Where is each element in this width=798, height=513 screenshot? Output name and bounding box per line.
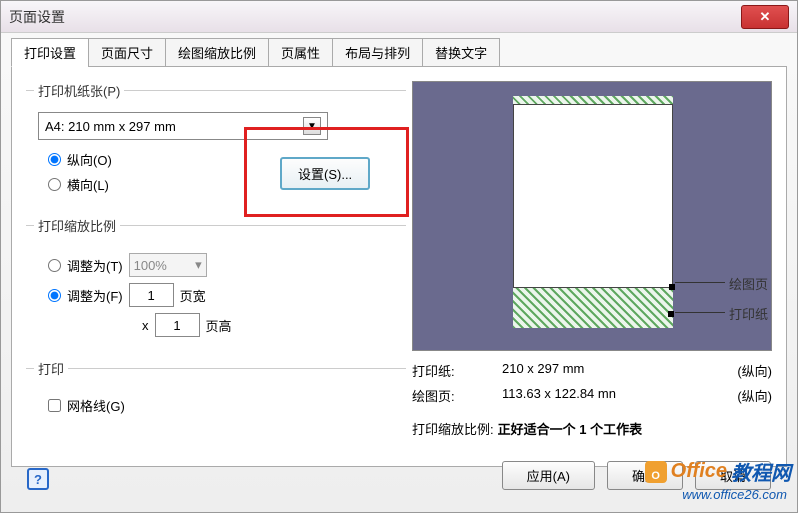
portrait-label: 纵向(O): [67, 150, 112, 169]
info-paper-row: 打印纸: 210 x 297 mm (纵向): [412, 361, 772, 380]
print-scale-legend: 打印缩放比例: [34, 216, 120, 235]
info-block: 打印纸: 210 x 297 mm (纵向) 绘图页: 113.63 x 122…: [412, 361, 772, 438]
left-column: 打印机纸张(P) A4: 210 mm x 297 mm ▼ 纵向(O) 横向(…: [26, 81, 406, 437]
pages-wide-label: 页宽: [180, 286, 206, 305]
info-scale-row: 打印缩放比例: 正好适合一个 1 个工作表: [412, 419, 772, 438]
tab-page-size[interactable]: 页面尺寸: [88, 38, 166, 67]
leader-label-drawing: 绘图页: [729, 274, 768, 293]
tab-page-properties[interactable]: 页属性: [268, 38, 333, 67]
fit-to-row: 调整为(F) 页宽: [48, 283, 398, 307]
handle-paper-br: [668, 311, 674, 317]
print-scale-group: 打印缩放比例 调整为(T) 100% ▾ 调整为(F) 页宽: [26, 216, 406, 347]
info-drawing-orient: (纵向): [712, 386, 772, 405]
print-legend: 打印: [34, 359, 68, 378]
percent-select[interactable]: 100% ▾: [129, 253, 207, 277]
leader-paper: [675, 312, 725, 313]
print-group: 打印 网格线(G): [26, 359, 406, 425]
gridlines-row: 网格线(G): [48, 396, 398, 415]
tab-strip: 打印设置 页面尺寸 绘图缩放比例 页属性 布局与排列 替换文字: [11, 41, 787, 67]
by-label: x: [142, 318, 149, 333]
info-paper-label: 打印纸:: [412, 361, 502, 380]
gridlines-label: 网格线(G): [67, 396, 125, 415]
fit-to-tall-row: x 页高: [142, 313, 398, 337]
info-drawing-value: 113.63 x 122.84 mn: [502, 386, 712, 405]
landscape-label: 横向(L): [67, 175, 109, 194]
watermark: O Office教程网: [645, 457, 791, 486]
adjust-to-radio[interactable]: [48, 259, 61, 272]
pages-tall-label: 页高: [206, 316, 232, 335]
apply-button[interactable]: 应用(A): [502, 461, 595, 490]
handle-bottom-right: [669, 284, 675, 290]
info-drawing-row: 绘图页: 113.63 x 122.84 mn (纵向): [412, 386, 772, 405]
watermark-url: www.office26.com: [682, 487, 787, 502]
percent-value: 100%: [134, 258, 167, 273]
help-icon: ?: [34, 472, 42, 487]
tab-print-setup[interactable]: 打印设置: [11, 38, 89, 67]
paper-size-select[interactable]: A4: 210 mm x 297 mm ▼: [38, 112, 328, 140]
portrait-radio[interactable]: [48, 153, 61, 166]
tab-drawing-scale[interactable]: 绘图缩放比例: [165, 38, 269, 67]
tab-alt-text[interactable]: 替换文字: [422, 38, 500, 67]
landscape-radio[interactable]: [48, 178, 61, 191]
page-setup-dialog: 页面设置 ✕ 打印设置 页面尺寸 绘图缩放比例 页属性 布局与排列 替换文字 打…: [0, 0, 798, 513]
right-column: 绘图页 打印纸 打印纸: 210 x 297 mm (纵向) 绘图页: 113.…: [412, 81, 772, 444]
adjust-to-row: 调整为(T) 100% ▾: [48, 253, 398, 277]
close-icon: ✕: [760, 9, 771, 25]
printer-setup-button[interactable]: 设置(S)...: [280, 157, 370, 190]
leader-drawing: [675, 282, 725, 283]
titlebar[interactable]: 页面设置 ✕: [1, 1, 797, 33]
close-button[interactable]: ✕: [741, 5, 789, 29]
fit-to-label: 调整为(F): [67, 286, 123, 305]
info-scale-value: 正好适合一个 1 个工作表: [498, 419, 642, 438]
watermark-office: Office: [671, 460, 727, 483]
pages-tall-input[interactable]: [155, 313, 200, 337]
gridlines-checkbox[interactable]: [48, 399, 61, 412]
help-button[interactable]: ?: [27, 468, 49, 490]
watermark-tutorial: 教程网: [731, 457, 791, 486]
page-preview: 绘图页 打印纸: [412, 81, 772, 351]
dropdown-icon[interactable]: ▼: [303, 117, 321, 135]
pages-wide-input[interactable]: [129, 283, 174, 307]
dialog-title: 页面设置: [9, 7, 741, 27]
drawing-preview-shape: [513, 104, 673, 288]
adjust-to-label: 调整为(T): [67, 256, 123, 275]
dialog-content: 打印设置 页面尺寸 绘图缩放比例 页属性 布局与排列 替换文字 打印机纸张(P)…: [11, 41, 787, 502]
tab-panel-print-setup: 打印机纸张(P) A4: 210 mm x 297 mm ▼ 纵向(O) 横向(…: [11, 67, 787, 467]
printer-paper-legend: 打印机纸张(P): [34, 81, 124, 100]
info-drawing-label: 绘图页:: [412, 386, 502, 405]
fit-to-radio[interactable]: [48, 289, 61, 302]
info-paper-value: 210 x 297 mm: [502, 361, 712, 380]
paper-size-value: A4: 210 mm x 297 mm: [45, 119, 176, 134]
info-paper-orient: (纵向): [712, 361, 772, 380]
chevron-down-icon: ▾: [195, 257, 202, 273]
info-scale-label: 打印缩放比例:: [412, 419, 494, 438]
leader-label-paper: 打印纸: [729, 304, 768, 323]
tab-layout-routing[interactable]: 布局与排列: [332, 38, 423, 67]
watermark-logo-icon: O: [645, 461, 667, 483]
